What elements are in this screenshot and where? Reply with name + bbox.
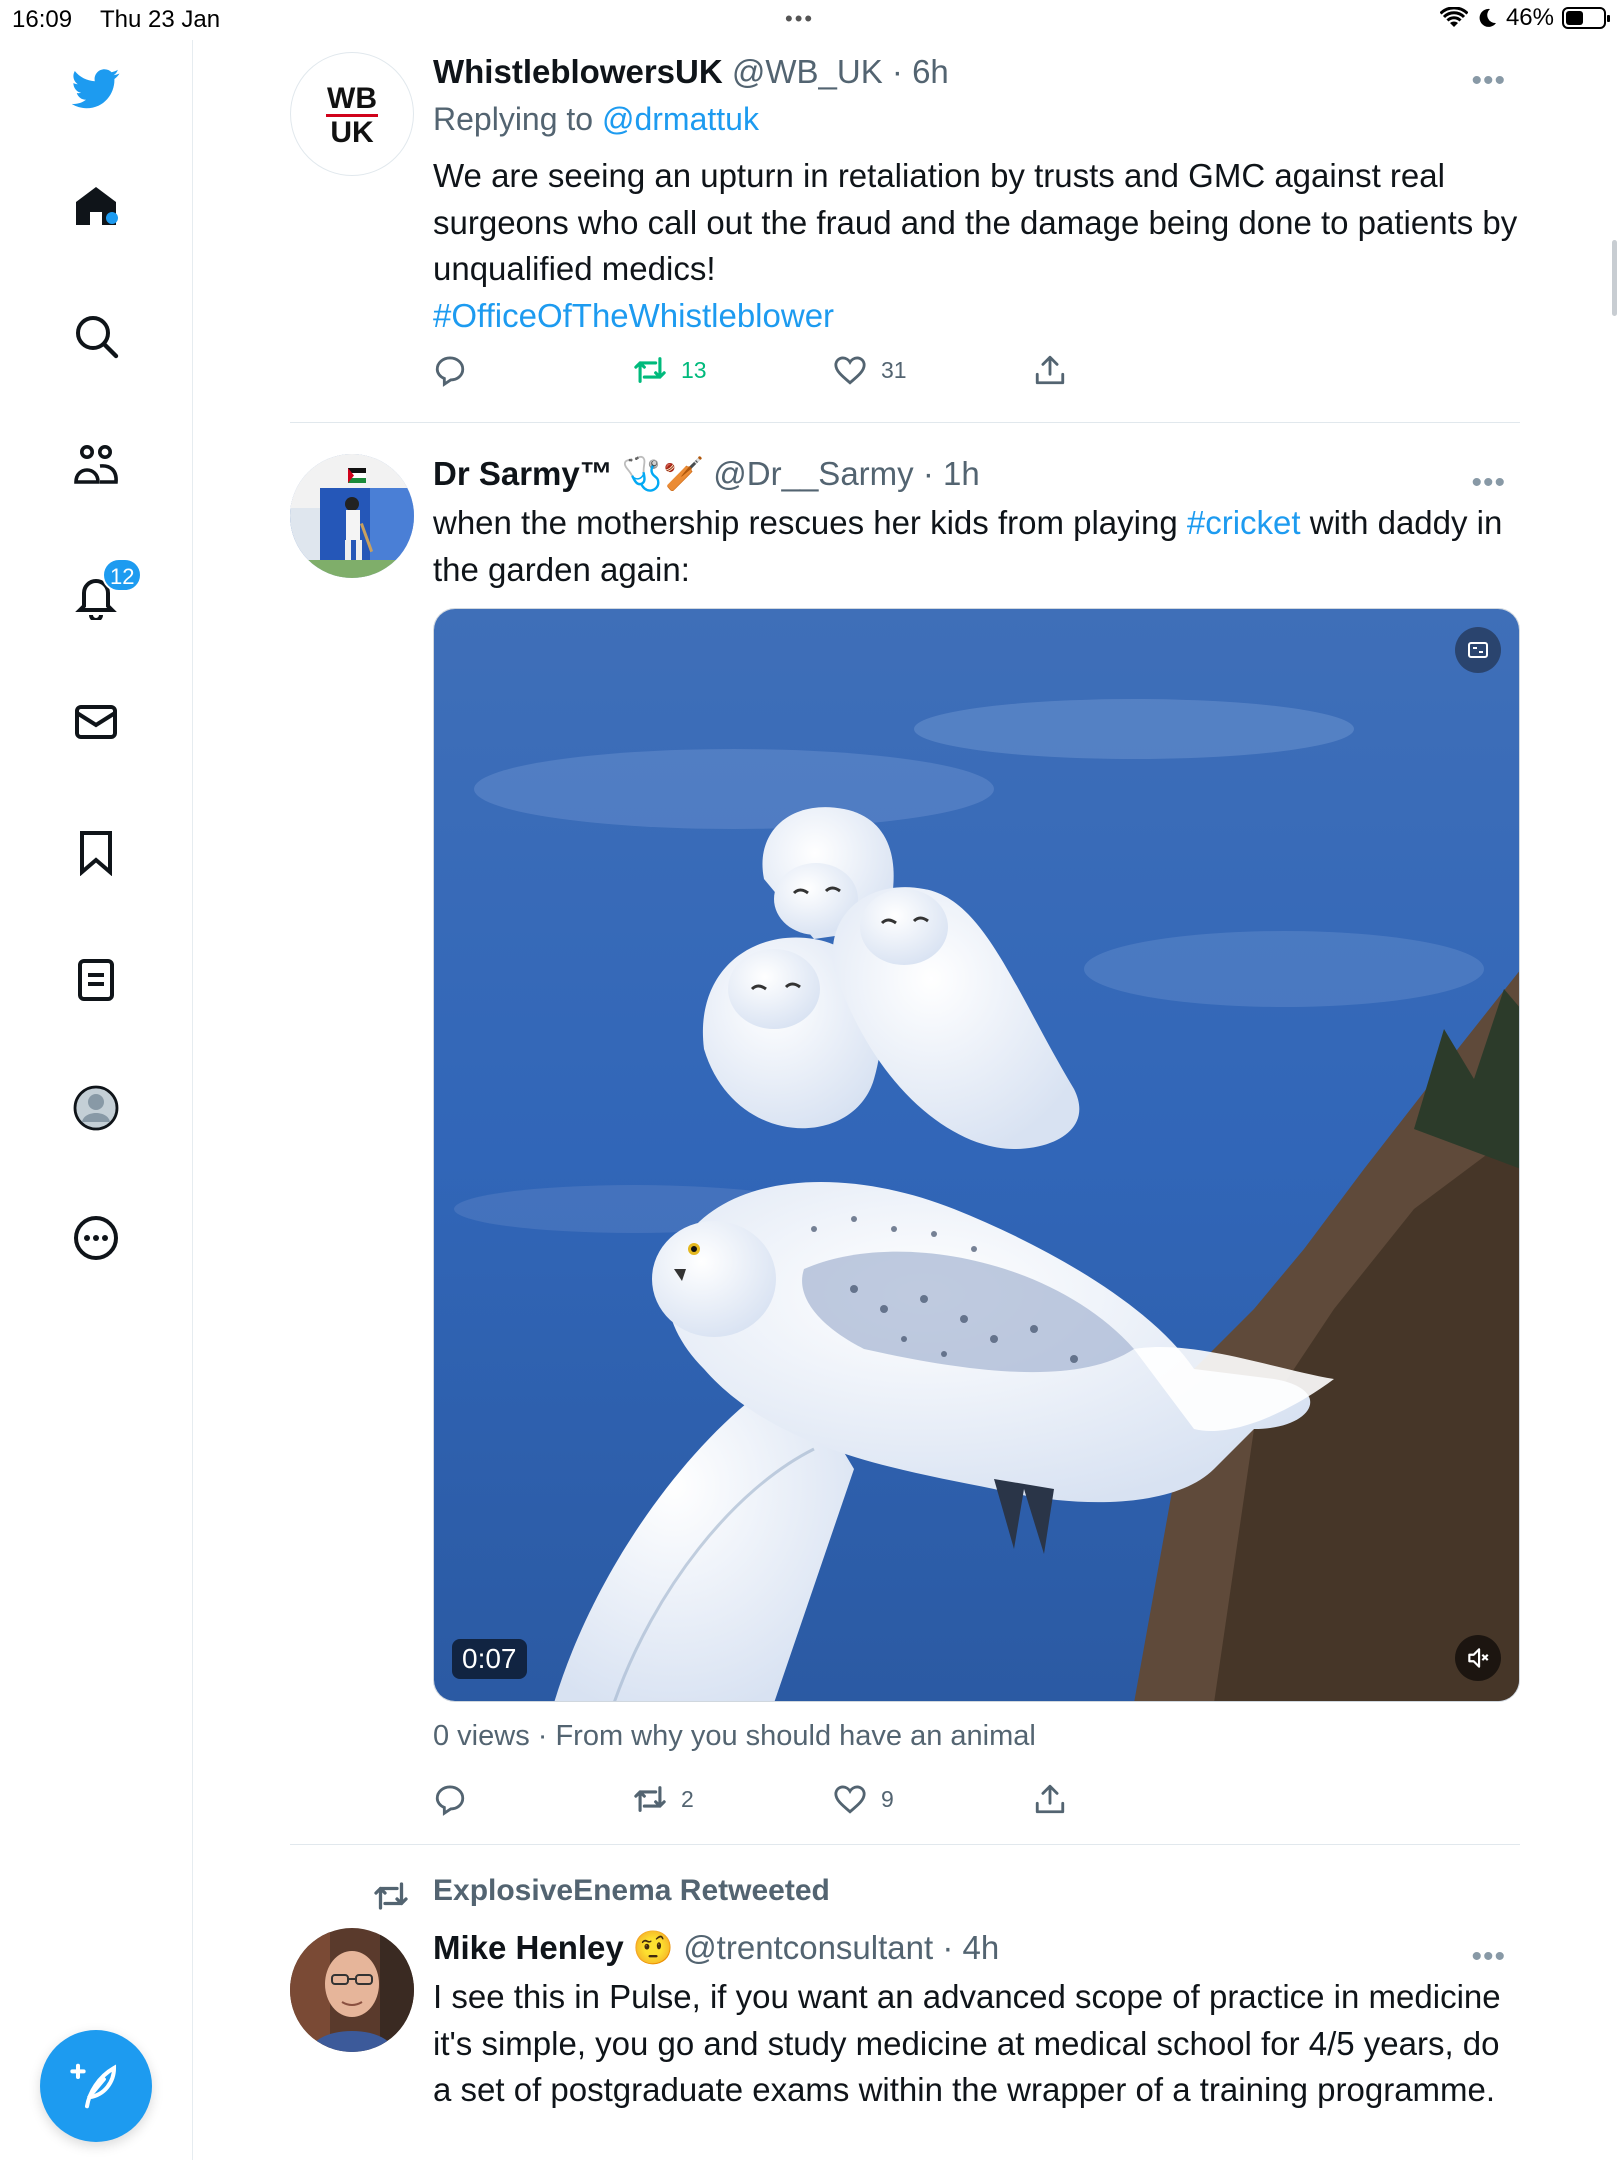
heart-icon	[834, 356, 866, 385]
retweet-button[interactable]: 13	[633, 353, 707, 387]
tweet-actions: 13 31	[433, 353, 1520, 403]
share-icon	[1035, 1784, 1065, 1814]
search-icon[interactable]	[70, 310, 122, 362]
communities-icon[interactable]	[70, 440, 122, 492]
like-button[interactable]: 31	[833, 353, 907, 387]
messages-mail-icon[interactable]	[70, 696, 122, 748]
divider	[290, 422, 1520, 423]
reply-icon	[435, 1785, 465, 1816]
avatar-wb-text: WB	[327, 82, 377, 115]
profile-avatar-icon[interactable]	[70, 1082, 122, 1134]
compose-tweet-button[interactable]	[40, 2030, 152, 2142]
share-icon	[1035, 355, 1065, 385]
hashtag-link[interactable]: #cricket	[1187, 504, 1301, 541]
retweet-button[interactable]: 2	[633, 1782, 694, 1816]
retweet-icon	[634, 357, 666, 383]
user-handle[interactable]: @WB_UK	[732, 53, 883, 90]
more-options-circle-icon[interactable]	[70, 1212, 122, 1264]
tweet-dr-sarmy[interactable]: Dr Sarmy™ 🩺🏏 @Dr__Sarmy · 1h ••• when th…	[290, 454, 1520, 1864]
divider	[290, 1844, 1520, 1845]
avatar-dr-sarmy[interactable]	[290, 454, 414, 578]
moon-icon	[1479, 8, 1496, 27]
display-name[interactable]: Mike Henley	[433, 1929, 624, 1966]
share-button[interactable]	[1033, 1782, 1067, 1816]
avatar-uk-text: UK	[330, 116, 374, 149]
notification-count-badge: 12	[102, 558, 143, 592]
video-player[interactable]: 0:07	[433, 608, 1520, 1702]
replying-to-link[interactable]: @drmattuk	[602, 101, 759, 137]
like-count: 9	[881, 1785, 894, 1812]
bookmarks-icon[interactable]	[70, 826, 122, 878]
reply-button[interactable]	[433, 1782, 467, 1816]
reply-icon	[435, 356, 465, 387]
display-name[interactable]: WhistleblowersUK	[433, 53, 723, 90]
status-time: 16:09	[12, 6, 73, 33]
home-unread-dot	[106, 212, 118, 224]
tweet-whistleblowersuk[interactable]: WB UK WhistleblowersUK @WB_UK · 6h ••• R…	[290, 52, 1520, 422]
battery-icon	[1562, 7, 1610, 29]
scroll-indicator[interactable]	[1612, 240, 1617, 316]
tweet-more-button[interactable]: •••	[1471, 64, 1506, 98]
tweet-header: Dr Sarmy™ 🩺🏏 @Dr__Sarmy · 1h	[433, 454, 1520, 494]
like-button[interactable]: 9	[833, 1782, 894, 1816]
feather-plus-icon	[70, 2063, 117, 2109]
tweet-header: Mike Henley 🤨 @trentconsultant · 4h	[433, 1928, 1520, 1968]
retweet-count: 2	[681, 1785, 694, 1812]
tweet-text: We are seeing an upturn in retaliation b…	[433, 157, 1518, 287]
retweet-count: 13	[681, 356, 707, 383]
name-emoji-badges: 🩺🏏	[621, 455, 705, 492]
retweeted-by-row: ExplosiveEnema Retweeted	[374, 1874, 1520, 1918]
video-timer: 0:07	[452, 1639, 527, 1679]
mute-button[interactable]	[1455, 1635, 1501, 1681]
timeline: WB UK WhistleblowersUK @WB_UK · 6h ••• R…	[193, 40, 1603, 2160]
tweet-time: · 6h	[891, 53, 949, 90]
status-bar: 16:09 Thu 23 Jan ••• 46%	[0, 0, 1620, 40]
tweet-text: I see this in Pulse, if you want an adva…	[433, 1978, 1501, 2108]
home-icon[interactable]	[70, 180, 122, 232]
tweet-mike-henley[interactable]: ExplosiveEnema Retweeted Mike Henley 🤨 @…	[290, 1874, 1520, 2160]
wifi-icon	[1439, 7, 1468, 27]
multitasking-grabber[interactable]: •••	[785, 6, 814, 32]
retweet-icon	[374, 1882, 408, 1910]
speaker-muted-icon	[1468, 1648, 1489, 1668]
video-views-source: 0 views · From why you should have an an…	[433, 1720, 1036, 1752]
tweet-text-part: when the mothership rescues her kids fro…	[433, 504, 1187, 541]
reply-button[interactable]	[433, 353, 467, 387]
tweet-actions: 2 9	[433, 1782, 1520, 1832]
tweet-more-button[interactable]: •••	[1471, 466, 1506, 500]
like-count: 31	[881, 356, 907, 383]
tweet-text: when the mothership rescues her kids fro…	[433, 500, 1520, 593]
heart-icon	[834, 1785, 866, 1814]
video-quality-icon[interactable]	[1455, 627, 1501, 673]
user-handle[interactable]: @Dr__Sarmy	[713, 455, 913, 492]
hashtag-link[interactable]: #OfficeOfTheWhistleblower	[433, 293, 1520, 340]
lists-icon[interactable]	[70, 954, 122, 1006]
twitter-logo-icon[interactable]	[70, 62, 122, 114]
battery-percent: 46%	[1505, 4, 1554, 31]
share-button[interactable]	[1033, 353, 1067, 387]
user-handle[interactable]: @trentconsultant	[683, 1929, 933, 1966]
retweeted-by-label[interactable]: ExplosiveEnema Retweeted	[433, 1874, 830, 1907]
status-date: Thu 23 Jan	[100, 6, 221, 33]
display-name[interactable]: Dr Sarmy™	[433, 455, 613, 492]
replying-to: Replying to @drmattuk	[433, 99, 1520, 139]
name-emoji: 🤨	[632, 1929, 675, 1966]
tweet-more-button[interactable]: •••	[1471, 1940, 1506, 1974]
avatar-wbuk[interactable]: WB UK	[290, 52, 414, 176]
tweet-header: WhistleblowersUK @WB_UK · 6h	[433, 52, 1520, 92]
tweet-time: · 1h	[922, 455, 980, 492]
replying-prefix: Replying to	[433, 101, 594, 137]
tweet-time: · 4h	[942, 1929, 1000, 1966]
sidebar: 12	[0, 40, 193, 2160]
avatar-mike-henley[interactable]	[290, 1928, 414, 2052]
retweet-icon	[634, 1786, 666, 1812]
battery-level	[1566, 11, 1583, 25]
video-frame-owls	[434, 609, 1519, 1701]
